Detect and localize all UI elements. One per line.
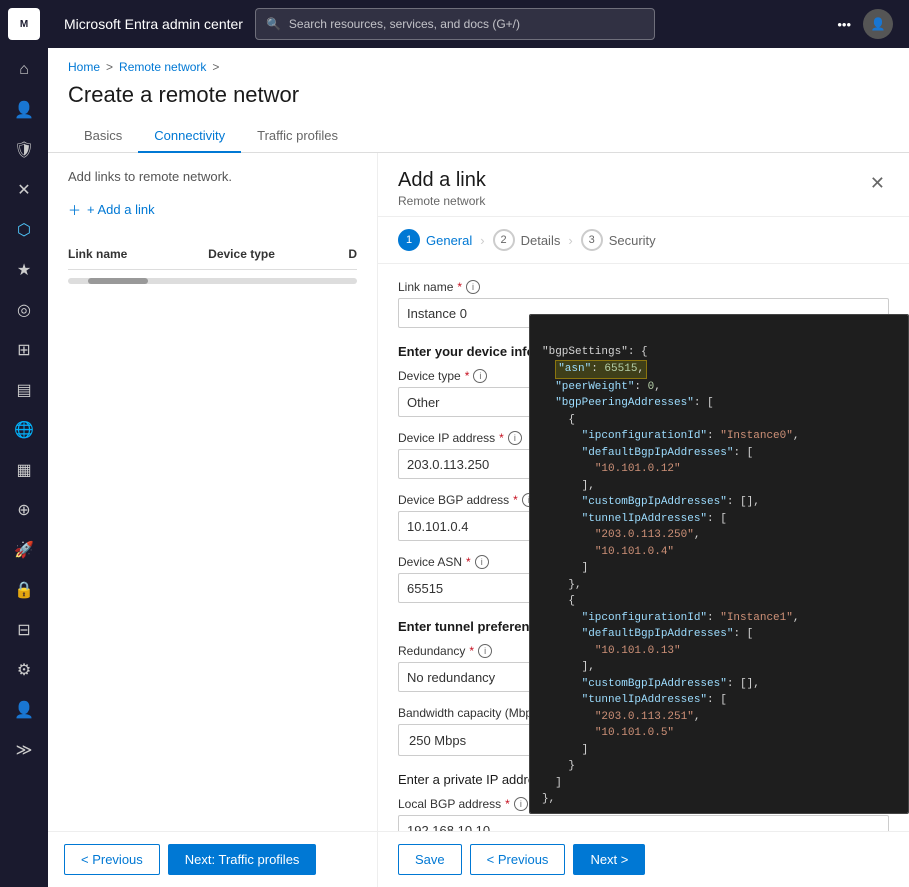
- device-bgp-required: *: [513, 493, 518, 507]
- link-name-label: Link name * i: [398, 280, 889, 294]
- topbar-actions: ••• 👤: [837, 9, 893, 39]
- scroll-bar[interactable]: [68, 278, 357, 284]
- link-name-info-icon[interactable]: i: [466, 280, 480, 294]
- search-bar[interactable]: 🔍 Search resources, services, and docs (…: [255, 8, 655, 40]
- dialog-subtitle: Remote network: [398, 194, 486, 208]
- add-link-description: Add links to remote network.: [68, 169, 357, 184]
- col-extra: D: [348, 247, 357, 261]
- groups-icon[interactable]: ⊞: [6, 332, 42, 368]
- breadcrumb-home[interactable]: Home: [68, 60, 100, 74]
- cross-icon[interactable]: ✕: [6, 172, 42, 208]
- step-3-label: Security: [609, 233, 656, 248]
- search-placeholder: Search resources, services, and docs (G+…: [289, 17, 520, 31]
- breadcrumb-sep2: >: [212, 60, 219, 74]
- globe-icon[interactable]: 🌐: [6, 412, 42, 448]
- home-icon[interactable]: ⌂: [6, 52, 42, 88]
- wizard-steps: 1 General › 2 Details › 3 Security: [378, 217, 909, 264]
- workflow-icon[interactable]: ⊕: [6, 492, 42, 528]
- plus-icon: ＋: [68, 200, 81, 219]
- links-table-header: Link name Device type D: [68, 239, 357, 270]
- device-asn-required: *: [466, 555, 471, 569]
- dialog-title: Add a link: [398, 169, 486, 192]
- next-button-left[interactable]: Next: Traffic profiles: [168, 844, 317, 875]
- avatar[interactable]: 👤: [863, 9, 893, 39]
- tab-basics[interactable]: Basics: [68, 120, 138, 153]
- page-content: Home > Remote network > Create a remote …: [48, 48, 909, 887]
- gear-icon[interactable]: ⚙: [6, 652, 42, 688]
- step-2-label: Details: [521, 233, 561, 248]
- step-1-number: 1: [398, 229, 420, 251]
- left-footer: < Previous Next: Traffic profiles: [48, 831, 377, 887]
- main-container: Microsoft Entra admin center 🔍 Search re…: [48, 0, 909, 887]
- page-title: Create a remote networ: [48, 78, 909, 120]
- right-panel: Add a link Remote network ✕ 1 General › …: [378, 153, 909, 887]
- redundancy-info-icon[interactable]: i: [478, 644, 492, 658]
- step-1-label: General: [426, 233, 472, 248]
- local-bgp-info-icon[interactable]: i: [514, 797, 528, 811]
- local-bgp-input[interactable]: [398, 815, 889, 831]
- link-name-required: *: [457, 280, 462, 294]
- topbar: Microsoft Entra admin center 🔍 Search re…: [48, 0, 909, 48]
- tab-connectivity[interactable]: Connectivity: [138, 120, 241, 153]
- breadcrumb-sep1: >: [106, 60, 113, 74]
- table-icon[interactable]: ⊟: [6, 612, 42, 648]
- expand-icon[interactable]: ≫: [6, 732, 42, 768]
- device-ip-info-icon[interactable]: i: [508, 431, 522, 445]
- breadcrumb-remote-network[interactable]: Remote network: [119, 60, 206, 74]
- rocket-icon[interactable]: 🚀: [6, 532, 42, 568]
- more-options-icon[interactable]: •••: [837, 17, 851, 32]
- step-details[interactable]: 2 Details: [493, 229, 561, 251]
- left-panel: Add links to remote network. ＋ + Add a l…: [48, 153, 378, 887]
- step-security[interactable]: 3 Security: [581, 229, 656, 251]
- step-3-number: 3: [581, 229, 603, 251]
- star-icon[interactable]: ★: [6, 252, 42, 288]
- inner-layout: Add links to remote network. ＋ + Add a l…: [48, 153, 909, 887]
- apps-icon[interactable]: ⬡: [6, 212, 42, 248]
- device-type-required: *: [465, 369, 470, 383]
- dialog-header: Add a link Remote network ✕: [378, 153, 909, 217]
- search-icon: 🔍: [266, 17, 281, 31]
- col-device-type: Device type: [208, 247, 336, 261]
- device-asn-info-icon[interactable]: i: [475, 555, 489, 569]
- scroll-thumb[interactable]: [88, 278, 148, 284]
- shield-icon[interactable]: 🛡: [6, 132, 42, 168]
- lock-icon[interactable]: 🔒: [6, 572, 42, 608]
- col-link-name: Link name: [68, 247, 196, 261]
- dialog-footer: Save < Previous Next >: [378, 831, 909, 887]
- devices-icon[interactable]: ▤: [6, 372, 42, 408]
- dialog-title-group: Add a link Remote network: [398, 169, 486, 208]
- scroll-container: [68, 278, 357, 284]
- app-title: Microsoft Entra admin center: [64, 16, 243, 32]
- tab-traffic-profiles[interactable]: Traffic profiles: [241, 120, 354, 153]
- add-link-label: + Add a link: [87, 202, 155, 217]
- tabs: Basics Connectivity Traffic profiles: [48, 120, 909, 153]
- step-sep-2: ›: [568, 233, 572, 248]
- chart-icon[interactable]: ▦: [6, 452, 42, 488]
- close-button[interactable]: ✕: [866, 169, 889, 198]
- device-type-info-icon[interactable]: i: [473, 369, 487, 383]
- step-general[interactable]: 1 General: [398, 229, 472, 251]
- identity-icon[interactable]: ◎: [6, 292, 42, 328]
- person-icon[interactable]: 👤: [6, 692, 42, 728]
- users-icon[interactable]: 👤: [6, 92, 42, 128]
- redundancy-required: *: [469, 644, 474, 658]
- next-button-dialog[interactable]: Next >: [573, 844, 645, 875]
- step-sep-1: ›: [480, 233, 484, 248]
- breadcrumb: Home > Remote network >: [48, 48, 909, 78]
- dialog-body: Link name * i Enter your device info Dev…: [378, 264, 909, 831]
- previous-button-dialog[interactable]: < Previous: [470, 844, 566, 875]
- previous-button-left[interactable]: < Previous: [64, 844, 160, 875]
- local-bgp-required: *: [505, 797, 510, 811]
- json-overlay: "bgpSettings": { "asn": 65515, "peerWeig…: [529, 314, 909, 814]
- device-ip-required: *: [499, 431, 504, 445]
- left-panel-content: Add links to remote network. ＋ + Add a l…: [48, 153, 377, 831]
- step-2-number: 2: [493, 229, 515, 251]
- save-button[interactable]: Save: [398, 844, 462, 875]
- app-logo: M: [8, 8, 40, 40]
- sidebar: M ⌂ 👤 🛡 ✕ ⬡ ★ ◎ ⊞ ▤ 🌐 ▦ ⊕ 🚀 🔒 ⊟ ⚙ 👤 ≫: [0, 0, 48, 887]
- add-link-button[interactable]: ＋ + Add a link: [68, 200, 357, 219]
